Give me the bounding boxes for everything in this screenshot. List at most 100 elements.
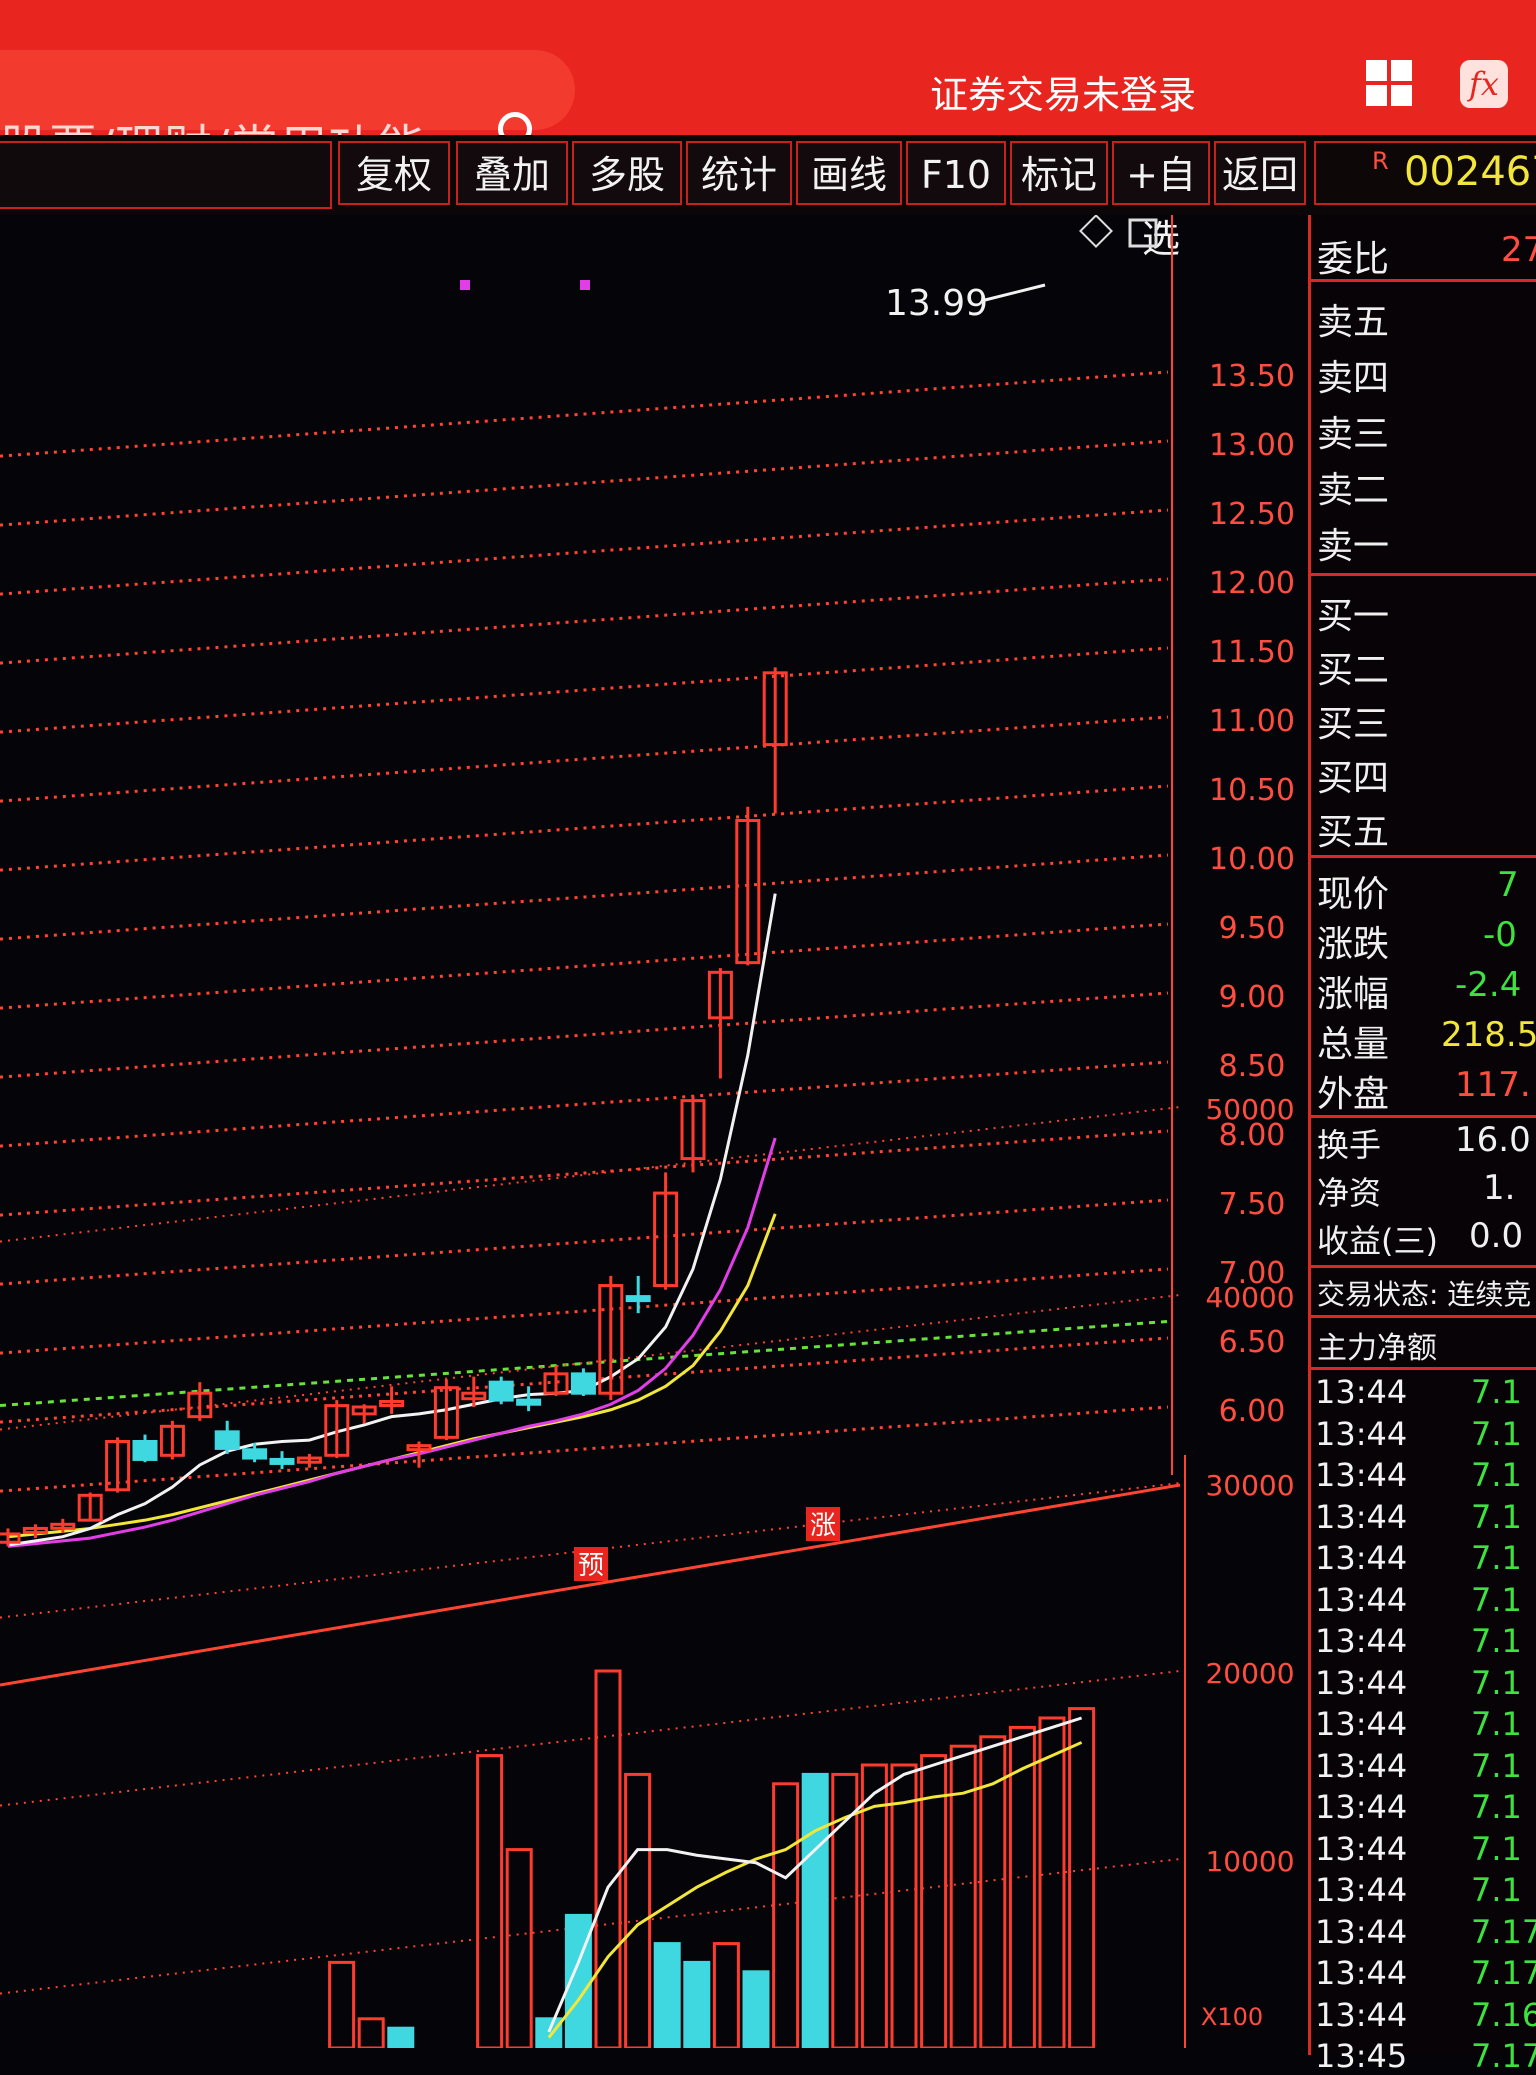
tick-time: 13:44 xyxy=(1315,1539,1408,1577)
highest-price-label: 13.99 xyxy=(885,283,988,324)
quote-label: 现价 xyxy=(1317,874,1390,915)
candlestick xyxy=(187,1382,213,1421)
price-gridline xyxy=(0,508,1169,596)
toolbar-button[interactable]: 标记 xyxy=(1010,141,1108,205)
candle-body xyxy=(516,1398,542,1406)
candlestick xyxy=(77,1492,103,1522)
candle-body xyxy=(625,1295,651,1303)
candlestick xyxy=(570,1368,596,1396)
buy-level-label: 买五 xyxy=(1317,812,1390,853)
toolbar-button[interactable]: 复权 xyxy=(338,141,450,205)
price-gridline xyxy=(0,715,1169,803)
weibi-label: 委比 xyxy=(1317,239,1390,280)
price-gridline xyxy=(0,370,1169,458)
candle-body xyxy=(214,1430,240,1450)
stat-label: 净资 xyxy=(1317,1174,1382,1212)
candlestick xyxy=(488,1376,514,1405)
volume-tick-label: 20000 xyxy=(1205,1657,1294,1690)
price-tick-label: 13.00 xyxy=(1209,428,1295,463)
tick-price: 7.1 xyxy=(1471,1580,1522,1619)
price-gridline xyxy=(0,1198,1169,1286)
stat-label: 收益(三) xyxy=(1317,1222,1438,1260)
diamond-icon xyxy=(1079,215,1113,248)
buy-level-label: 买三 xyxy=(1317,704,1390,745)
quote-panel: 委比 27 卖五 卖四 卖三 卖二 卖一 买一 买二 买三 买四 买五 现价 7 涨跌 -0 涨幅 -2.4 总量 2… xyxy=(1308,215,1536,2075)
quote-value: -2.4 xyxy=(1455,965,1522,1005)
quote-label: 涨跌 xyxy=(1317,924,1390,965)
price-gridline xyxy=(0,577,1169,665)
volume-bar xyxy=(772,1782,800,2048)
kline-chart[interactable]: 13.99预涨 6.006.507.007.508.008.509.009.50… xyxy=(0,215,1308,2048)
divider xyxy=(1311,1367,1536,1370)
price-tick-label: 10.00 xyxy=(1209,842,1295,877)
event-marker-label: 涨 xyxy=(810,1511,836,1541)
ma-magenta-line xyxy=(7,1137,777,1548)
tick-price: 7.16 xyxy=(1471,1995,1536,2034)
quote-value: 7 xyxy=(1497,865,1519,905)
volume-bar xyxy=(712,1942,740,2048)
stat-value: 0.0 xyxy=(1469,1216,1524,1256)
price-gridline xyxy=(0,991,1169,1079)
candlestick xyxy=(159,1420,185,1460)
fx-icon[interactable]: fx xyxy=(1460,60,1508,108)
volume-bar xyxy=(535,2017,563,2048)
main-flow-label: 主力净额 xyxy=(1317,1331,1437,1366)
tick-price: 7.1 xyxy=(1471,1746,1522,1785)
tick-time: 13:44 xyxy=(1315,1954,1408,1992)
volume-unit-label: X100 xyxy=(1201,2003,1263,2031)
login-status[interactable]: 证券交易未登录 xyxy=(930,64,1196,119)
quote-value: 117. xyxy=(1455,1065,1531,1105)
divider xyxy=(1311,279,1536,282)
ma-white-line xyxy=(7,893,777,1547)
candlestick xyxy=(132,1434,158,1463)
toolbar-button[interactable]: +自选 xyxy=(1112,141,1210,261)
candle-body xyxy=(488,1380,514,1402)
tick-price: 7.17 xyxy=(1471,2037,1536,2075)
tick-price: 7.1 xyxy=(1471,1456,1522,1494)
price-tick-label: 11.00 xyxy=(1209,704,1295,739)
tick-time: 13:44 xyxy=(1315,1414,1408,1453)
tick-time: 13:44 xyxy=(1315,1871,1408,1909)
tick-price: 7.1 xyxy=(1471,1705,1522,1743)
toolbar-button[interactable]: 返回 xyxy=(1214,141,1306,205)
sell-level-label: 卖二 xyxy=(1317,470,1390,511)
tick-price: 7.17 xyxy=(1471,1954,1536,1992)
period-selector[interactable] xyxy=(0,141,332,209)
tick-price: 7.1 xyxy=(1471,1871,1522,1909)
sell-level-label: 卖一 xyxy=(1317,526,1390,567)
price-gridline xyxy=(0,1405,1169,1493)
price-gridline xyxy=(0,853,1169,941)
toolbar-button[interactable]: 叠加 xyxy=(456,141,568,205)
toolbar: 复权叠加多股统计画线F10标记+自选返回 R 002467 xyxy=(0,135,1536,261)
toolbar-button[interactable]: 多股 xyxy=(572,141,682,205)
price-tick-label: 6.00 xyxy=(1219,1394,1286,1429)
volume-bar xyxy=(505,1848,533,2048)
tick-price: 7.17 xyxy=(1471,1912,1536,1951)
indicator-dot xyxy=(460,280,470,290)
windows-icon[interactable] xyxy=(1366,60,1412,106)
volume-tick-label: 40000 xyxy=(1205,1281,1294,1314)
sell-level-label: 卖三 xyxy=(1317,414,1390,455)
price-gridline xyxy=(0,1129,1169,1217)
candlestick xyxy=(214,1420,240,1454)
event-marker-label: 预 xyxy=(578,1551,604,1581)
toolbar-button[interactable]: F10 xyxy=(906,141,1006,205)
price-gridline xyxy=(0,1267,1169,1355)
candlestick xyxy=(351,1404,377,1424)
candle-body xyxy=(132,1440,158,1461)
search-bar[interactable]: 股票/理财/常用功能 xyxy=(0,50,575,176)
price-tick-label: 7.50 xyxy=(1219,1187,1286,1222)
toolbar-button[interactable]: 统计 xyxy=(686,141,792,205)
volume-bar xyxy=(653,1942,681,2048)
price-gridline xyxy=(0,1060,1169,1148)
volume-bar xyxy=(387,2026,415,2048)
buy-level-label: 买一 xyxy=(1317,596,1390,637)
quote-label: 涨幅 xyxy=(1317,974,1390,1015)
volume-bar xyxy=(1008,1725,1036,2048)
ma-yellow-line xyxy=(7,1213,777,1539)
volume-tick-label: 10000 xyxy=(1205,1845,1294,1878)
volume-bar xyxy=(476,1754,504,2048)
toolbar-button[interactable]: 画线 xyxy=(796,141,902,205)
highest-price-pointer xyxy=(984,283,1046,302)
quote-label: 外盘 xyxy=(1317,1074,1390,1115)
